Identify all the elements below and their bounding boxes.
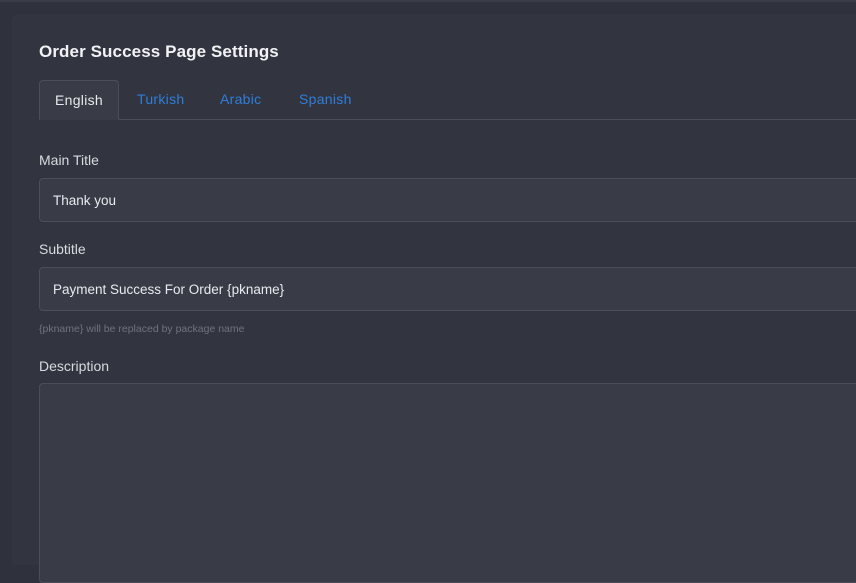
- tab-english[interactable]: English: [39, 80, 119, 120]
- language-tabs: English Turkish Arabic Spanish: [39, 80, 856, 120]
- tab-spanish[interactable]: Spanish: [299, 80, 352, 118]
- page-background: Order Success Page Settings English Turk…: [0, 0, 856, 583]
- page-title: Order Success Page Settings: [39, 42, 279, 61]
- tab-turkish[interactable]: Turkish: [137, 80, 184, 118]
- main-title-label: Main Title: [39, 152, 99, 168]
- subtitle-label: Subtitle: [39, 241, 86, 257]
- description-textarea[interactable]: [39, 383, 856, 583]
- main-title-input[interactable]: [39, 178, 856, 222]
- top-divider: [0, 0, 856, 2]
- tab-arabic[interactable]: Arabic: [220, 80, 261, 118]
- subtitle-help-text: {pkname} will be replaced by package nam…: [39, 323, 245, 335]
- subtitle-input[interactable]: [39, 267, 856, 311]
- description-label: Description: [39, 358, 110, 374]
